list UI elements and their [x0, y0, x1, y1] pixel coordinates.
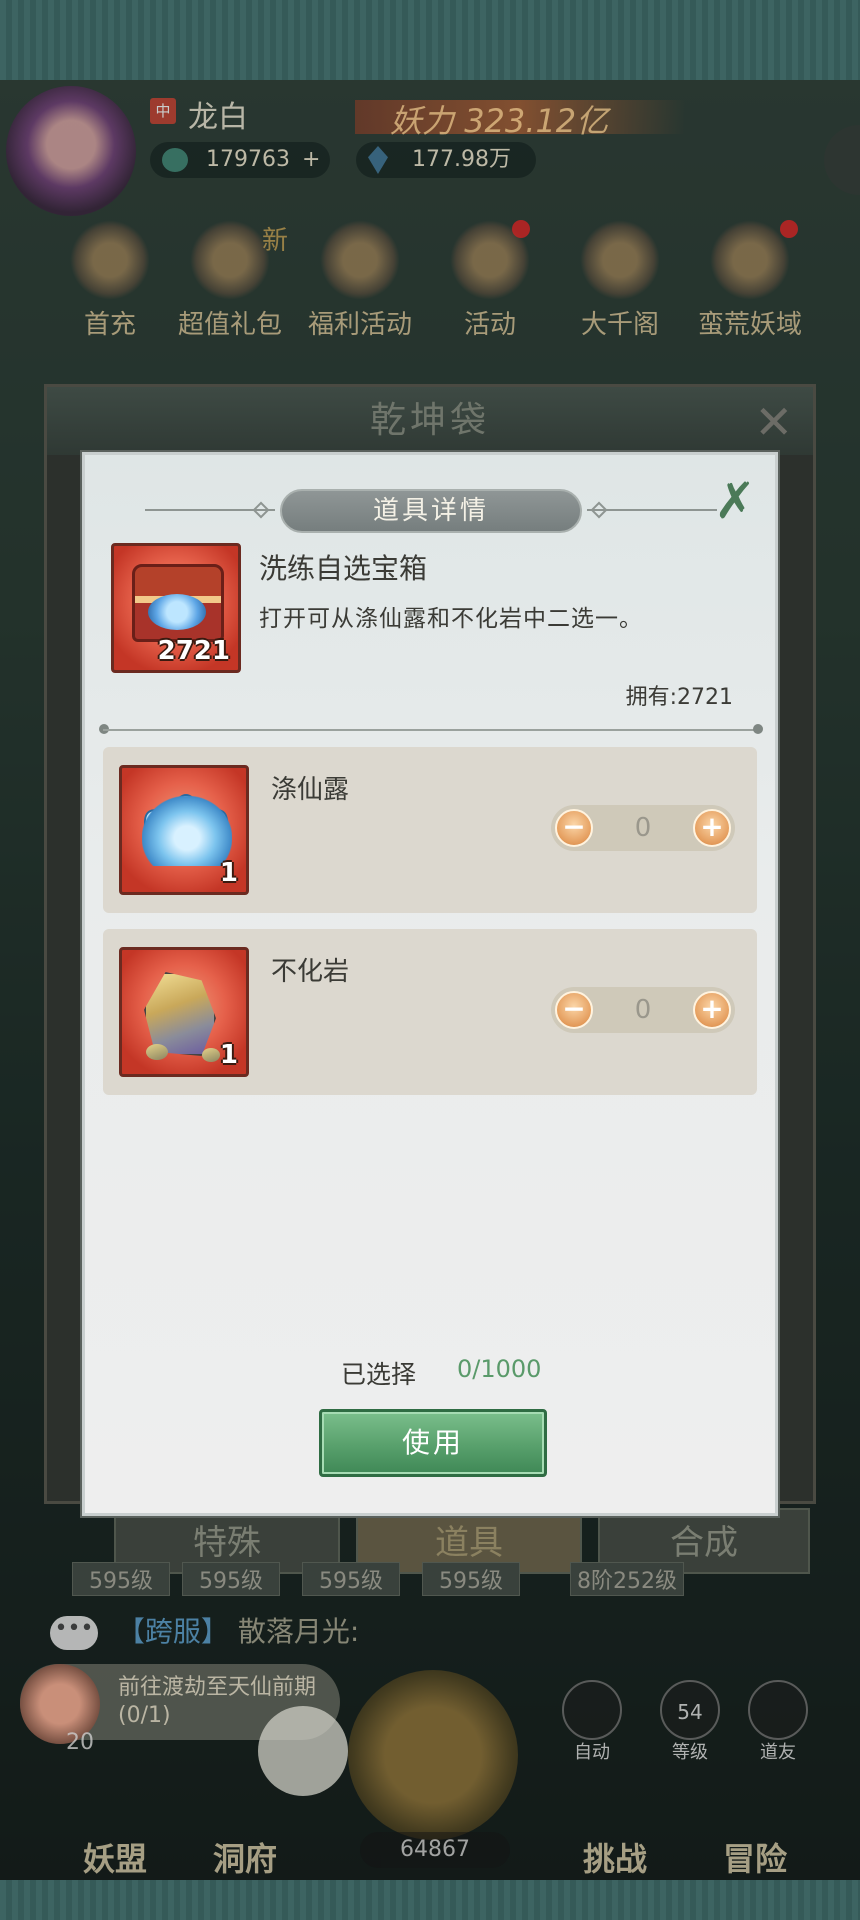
- power-label: 妖力: [390, 102, 455, 140]
- new-badge: 新: [262, 226, 289, 256]
- menu-item-first-recharge[interactable]: 首充: [50, 220, 170, 341]
- selected-value: 0/1000: [457, 1355, 542, 1383]
- lotus-icon[interactable]: 1: [119, 765, 249, 895]
- level-strip: 595级 595级 595级 595级 8阶252级: [72, 1562, 832, 1596]
- notification-dot: [780, 220, 798, 238]
- top-decor-strip: [0, 0, 860, 80]
- nav-label: 洞府: [212, 1840, 277, 1878]
- level-label: 595级: [422, 1562, 520, 1596]
- demon-realm-icon: [710, 220, 790, 300]
- pebble: [146, 1044, 168, 1060]
- decrease-button[interactable]: −: [555, 991, 593, 1029]
- dialog-title: 道具详情: [280, 489, 582, 533]
- pavilion-icon: [580, 220, 660, 300]
- first-recharge-icon: [70, 220, 150, 300]
- menu-item-activity[interactable]: 活动: [430, 220, 550, 341]
- coin-counter[interactable]: 179763 +: [150, 142, 330, 178]
- level-button[interactable]: 54: [660, 1680, 720, 1740]
- menu-label: 大千阁: [580, 310, 659, 340]
- choice-row: 1 涤仙露 − 0 +: [103, 747, 757, 913]
- lotus-glow: [142, 796, 232, 866]
- auto-button[interactable]: [562, 1680, 622, 1740]
- chat-channel: 【跨服】: [116, 1615, 229, 1648]
- choice-count: 1: [219, 1040, 238, 1070]
- nav-cave[interactable]: 洞府: [180, 1780, 310, 1880]
- bag-title: 乾坤袋: [369, 400, 490, 441]
- coin-icon: [162, 148, 188, 172]
- selected-label: 已选择: [341, 1360, 417, 1389]
- item-count: 2721: [157, 636, 230, 666]
- menu-item-welfare[interactable]: 福利活动: [300, 220, 420, 341]
- gem-value: 177.98万: [412, 147, 511, 172]
- divider-dot: [753, 724, 763, 734]
- player-name: 龙白: [188, 100, 248, 135]
- rock-icon[interactable]: 1: [119, 947, 249, 1077]
- pebble: [202, 1048, 220, 1062]
- title-divider: [587, 509, 717, 511]
- dialog-close-icon[interactable]: ✗: [707, 473, 763, 529]
- nav-challenge[interactable]: 挑战: [550, 1780, 680, 1880]
- level-label: 8阶252级: [570, 1562, 684, 1596]
- treasure-chest-icon: 2721: [111, 543, 241, 673]
- increase-button[interactable]: +: [693, 809, 731, 847]
- item-name: 洗练自选宝箱: [259, 552, 428, 585]
- item-detail-dialog: 道具详情 ✗ 2721 洗练自选宝箱 打开可从涤仙露和不化岩中二选一。 拥有:2…: [82, 452, 778, 1516]
- nav-label: 挑战: [582, 1840, 647, 1878]
- power-number: 323.12亿: [464, 102, 609, 140]
- menu-label: 活动: [463, 310, 516, 340]
- item-description: 打开可从涤仙露和不化岩中二选一。: [259, 606, 643, 632]
- menu-label: 蛮荒妖域: [697, 310, 802, 340]
- use-button[interactable]: 使用: [319, 1409, 547, 1477]
- friend-button[interactable]: [748, 1680, 808, 1740]
- increase-button[interactable]: +: [693, 991, 731, 1029]
- bag-header: 乾坤袋 ✕: [47, 387, 813, 455]
- quantity-value: 0: [634, 813, 652, 843]
- notification-dot: [512, 220, 530, 238]
- player-avatar[interactable]: [6, 86, 136, 216]
- chest-gem: [148, 594, 206, 630]
- stamina-counter: 64867: [360, 1832, 510, 1868]
- gem-icon: [368, 146, 388, 174]
- choice-row: 1 不化岩 − 0 +: [103, 929, 757, 1095]
- menu-label: 首充: [83, 310, 136, 340]
- nav-adventure[interactable]: 冒险: [690, 1780, 820, 1880]
- gem-counter[interactable]: 177.98万: [356, 142, 536, 178]
- nav-alliance[interactable]: 妖盟: [50, 1780, 180, 1880]
- chat-bubble-icon[interactable]: •••: [50, 1616, 98, 1650]
- chat-row[interactable]: ••• 【跨服】 散落月光:: [50, 1610, 359, 1650]
- bag-close-icon[interactable]: ✕: [754, 399, 793, 445]
- decrease-button[interactable]: −: [555, 809, 593, 847]
- chat-message: 散落月光:: [237, 1615, 360, 1648]
- gift-pack-icon: [190, 220, 270, 300]
- menu-label: 福利活动: [307, 310, 412, 340]
- choice-name: 涤仙露: [271, 775, 350, 805]
- level-label: 595级: [302, 1562, 400, 1596]
- menu-label: 超值礼包: [177, 310, 282, 340]
- level-label: 595级: [72, 1562, 170, 1596]
- divider: [103, 729, 757, 731]
- top-menu: 首充 超值礼包 新 福利活动 活动 大千阁 蛮荒妖域: [50, 220, 840, 340]
- nav-label: 冒险: [722, 1840, 787, 1878]
- quantity-stepper: − 0 +: [551, 987, 735, 1033]
- welfare-icon: [320, 220, 400, 300]
- quantity-stepper: − 0 +: [551, 805, 735, 851]
- level-label: 595级: [182, 1562, 280, 1596]
- menu-item-wild-demon-realm[interactable]: 蛮荒妖域: [690, 220, 810, 341]
- menu-item-daqian-pavilion[interactable]: 大千阁: [560, 220, 680, 341]
- title-diamond-icon: [252, 501, 270, 519]
- choice-name: 不化岩: [271, 957, 350, 987]
- nav-label: 妖盟: [82, 1840, 147, 1878]
- add-coin-icon[interactable]: +: [302, 147, 320, 172]
- coin-value: 179763: [206, 147, 290, 172]
- quantity-value: 0: [634, 995, 652, 1025]
- power-value: 妖力 323.12亿: [390, 96, 608, 142]
- bottom-decor-strip: [0, 1880, 860, 1920]
- owned-count: 拥有:2721: [625, 685, 733, 710]
- quest-count: 20: [66, 1730, 94, 1755]
- server-badge-icon: 中: [150, 98, 176, 124]
- choice-count: 1: [219, 858, 238, 888]
